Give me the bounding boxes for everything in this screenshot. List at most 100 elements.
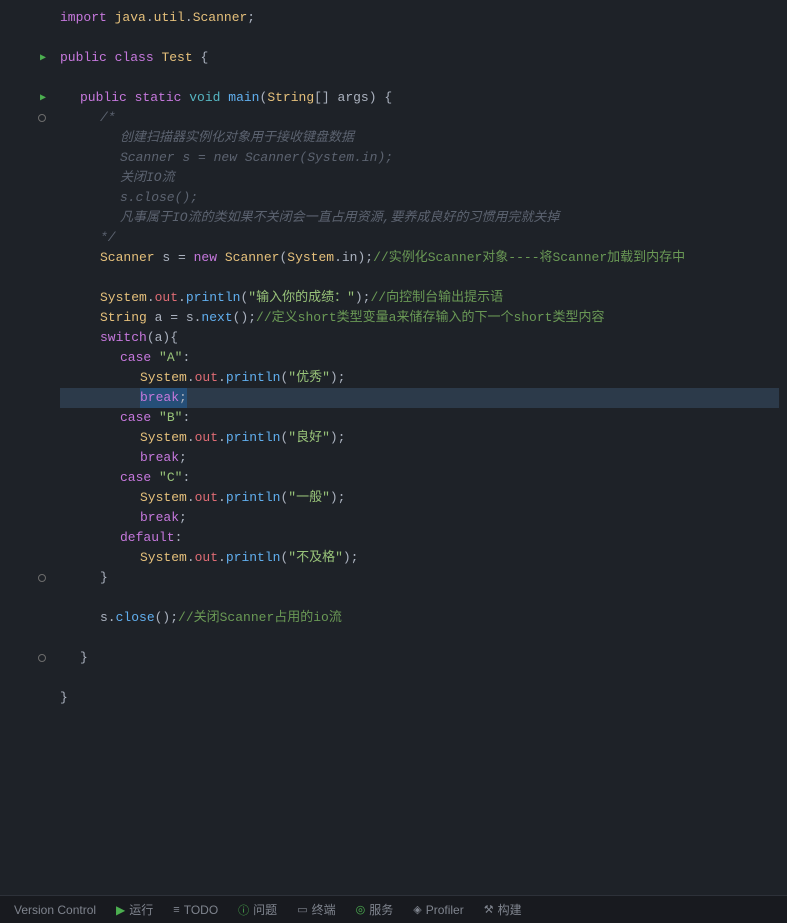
code-line: case "C": bbox=[60, 468, 779, 488]
code-line: import java.util.Scanner; bbox=[60, 8, 779, 28]
code-line: default: bbox=[60, 528, 779, 548]
gutter-line bbox=[0, 168, 52, 188]
code-line bbox=[60, 268, 779, 288]
code-line bbox=[60, 28, 779, 48]
code-line: break; bbox=[60, 448, 779, 468]
editor-area: ▶ ▶ bbox=[0, 0, 787, 895]
status-item-terminal[interactable]: ▭ 终端 bbox=[287, 896, 345, 923]
status-item-problems[interactable]: ⓘ 问题 bbox=[228, 896, 287, 923]
gutter-line bbox=[0, 328, 52, 348]
gutter-line bbox=[0, 408, 52, 428]
gutter-line-bp2[interactable] bbox=[0, 568, 52, 588]
gutter-line bbox=[0, 448, 52, 468]
code-line bbox=[60, 588, 779, 608]
code-line: System.out.println("不及格"); bbox=[60, 548, 779, 568]
gutter-line bbox=[0, 28, 52, 48]
run-icon: ▶ bbox=[40, 92, 46, 104]
status-bar: Version Control ▶ 运行 ≡ TODO ⓘ 问题 ▭ 终端 ◎ … bbox=[0, 895, 787, 923]
code-line: switch(a){ bbox=[60, 328, 779, 348]
profiler-label: Profiler bbox=[426, 903, 464, 917]
status-item-build[interactable]: ⚒ 构建 bbox=[474, 896, 532, 923]
gutter-line bbox=[0, 288, 52, 308]
code-line: case "B": bbox=[60, 408, 779, 428]
code-line-break-highlighted: break; bbox=[60, 388, 779, 408]
gutter-line bbox=[0, 528, 52, 548]
build-label: 构建 bbox=[498, 901, 522, 918]
code-line: System.out.println("优秀"); bbox=[60, 368, 779, 388]
code-line bbox=[60, 68, 779, 88]
code-line: 关闭IO流 bbox=[60, 168, 779, 188]
services-icon: ◎ bbox=[356, 903, 366, 916]
code-line: } bbox=[60, 568, 779, 588]
code-line: public static void main(String[] args) { bbox=[60, 88, 779, 108]
code-line: s.close();//关闭Scanner占用的io流 bbox=[60, 608, 779, 628]
code-line: System.out.println("输入你的成绩：");//向控制台输出提示… bbox=[60, 288, 779, 308]
code-line: Scanner s = new Scanner(System.in); bbox=[60, 148, 779, 168]
gutter-line bbox=[0, 248, 52, 268]
gutter-line bbox=[0, 148, 52, 168]
code-line: break; bbox=[60, 508, 779, 528]
status-item-todo[interactable]: ≡ TODO bbox=[163, 896, 228, 923]
gutter-line bbox=[0, 628, 52, 648]
status-item-run[interactable]: ▶ 运行 bbox=[106, 896, 163, 923]
status-item-version-control[interactable]: Version Control bbox=[8, 896, 106, 923]
gutter-line-run[interactable]: ▶ bbox=[0, 48, 52, 68]
code-line: 创建扫描器实例化对象用于接收键盘数据 bbox=[60, 128, 779, 148]
code-line: 凡事属于IO流的类如果不关闭会一直占用资源,要养成良好的习惯用完就关掉 bbox=[60, 208, 779, 228]
code-line: String a = s.next();//定义short类型变量a来储存输入的… bbox=[60, 308, 779, 328]
gutter-line bbox=[0, 368, 52, 388]
code-line: case "A": bbox=[60, 348, 779, 368]
gutter-line bbox=[0, 128, 52, 148]
code-line: /* bbox=[60, 108, 779, 128]
gutter-line bbox=[0, 308, 52, 328]
gutter-line bbox=[0, 348, 52, 368]
breakpoint-hollow bbox=[38, 114, 46, 122]
code-line bbox=[60, 668, 779, 688]
code-line: Scanner s = new Scanner(System.in);//实例化… bbox=[60, 248, 779, 268]
breakpoint-hollow bbox=[38, 654, 46, 662]
build-icon: ⚒ bbox=[484, 903, 494, 916]
gutter-line bbox=[0, 208, 52, 228]
gutter-line bbox=[0, 588, 52, 608]
gutter-line bbox=[0, 488, 52, 508]
code-line: */ bbox=[60, 228, 779, 248]
terminal-icon: ▭ bbox=[297, 903, 307, 916]
breakpoint-hollow bbox=[38, 574, 46, 582]
gutter-line bbox=[0, 68, 52, 88]
gutter-line bbox=[0, 508, 52, 528]
gutter-line bbox=[0, 228, 52, 248]
code-line: public class Test { bbox=[60, 48, 779, 68]
todo-icon: ≡ bbox=[173, 904, 179, 916]
gutter: ▶ ▶ bbox=[0, 8, 52, 895]
code-content[interactable]: import java.util.Scanner; public class T… bbox=[52, 8, 787, 895]
gutter-line bbox=[0, 388, 52, 408]
code-line: } bbox=[60, 688, 779, 708]
gutter-line bbox=[0, 548, 52, 568]
gutter-line bbox=[0, 8, 52, 28]
problems-icon: ⓘ bbox=[238, 902, 249, 918]
code-line: System.out.println("良好"); bbox=[60, 428, 779, 448]
run-icon-status: ▶ bbox=[116, 903, 125, 917]
gutter-line-run2[interactable]: ▶ bbox=[0, 88, 52, 108]
todo-label: TODO bbox=[184, 903, 218, 917]
editor-padding bbox=[60, 708, 779, 788]
version-control-label: Version Control bbox=[14, 903, 96, 917]
gutter-line-bp3[interactable] bbox=[0, 648, 52, 668]
gutter-line-bp[interactable] bbox=[0, 108, 52, 128]
status-item-profiler[interactable]: ◈ Profiler bbox=[403, 896, 473, 923]
code-line: } bbox=[60, 648, 779, 668]
gutter-line bbox=[0, 428, 52, 448]
profiler-icon: ◈ bbox=[413, 903, 421, 916]
terminal-label: 终端 bbox=[312, 901, 336, 918]
gutter-line bbox=[0, 468, 52, 488]
code-line: System.out.println("一般"); bbox=[60, 488, 779, 508]
run-label: 运行 bbox=[129, 901, 153, 918]
status-item-services[interactable]: ◎ 服务 bbox=[346, 896, 404, 923]
services-label: 服务 bbox=[369, 901, 393, 918]
gutter-line bbox=[0, 608, 52, 628]
problems-label: 问题 bbox=[253, 901, 277, 918]
gutter-line bbox=[0, 668, 52, 688]
run-icon: ▶ bbox=[40, 52, 46, 64]
gutter-line bbox=[0, 268, 52, 288]
gutter-line bbox=[0, 688, 52, 708]
